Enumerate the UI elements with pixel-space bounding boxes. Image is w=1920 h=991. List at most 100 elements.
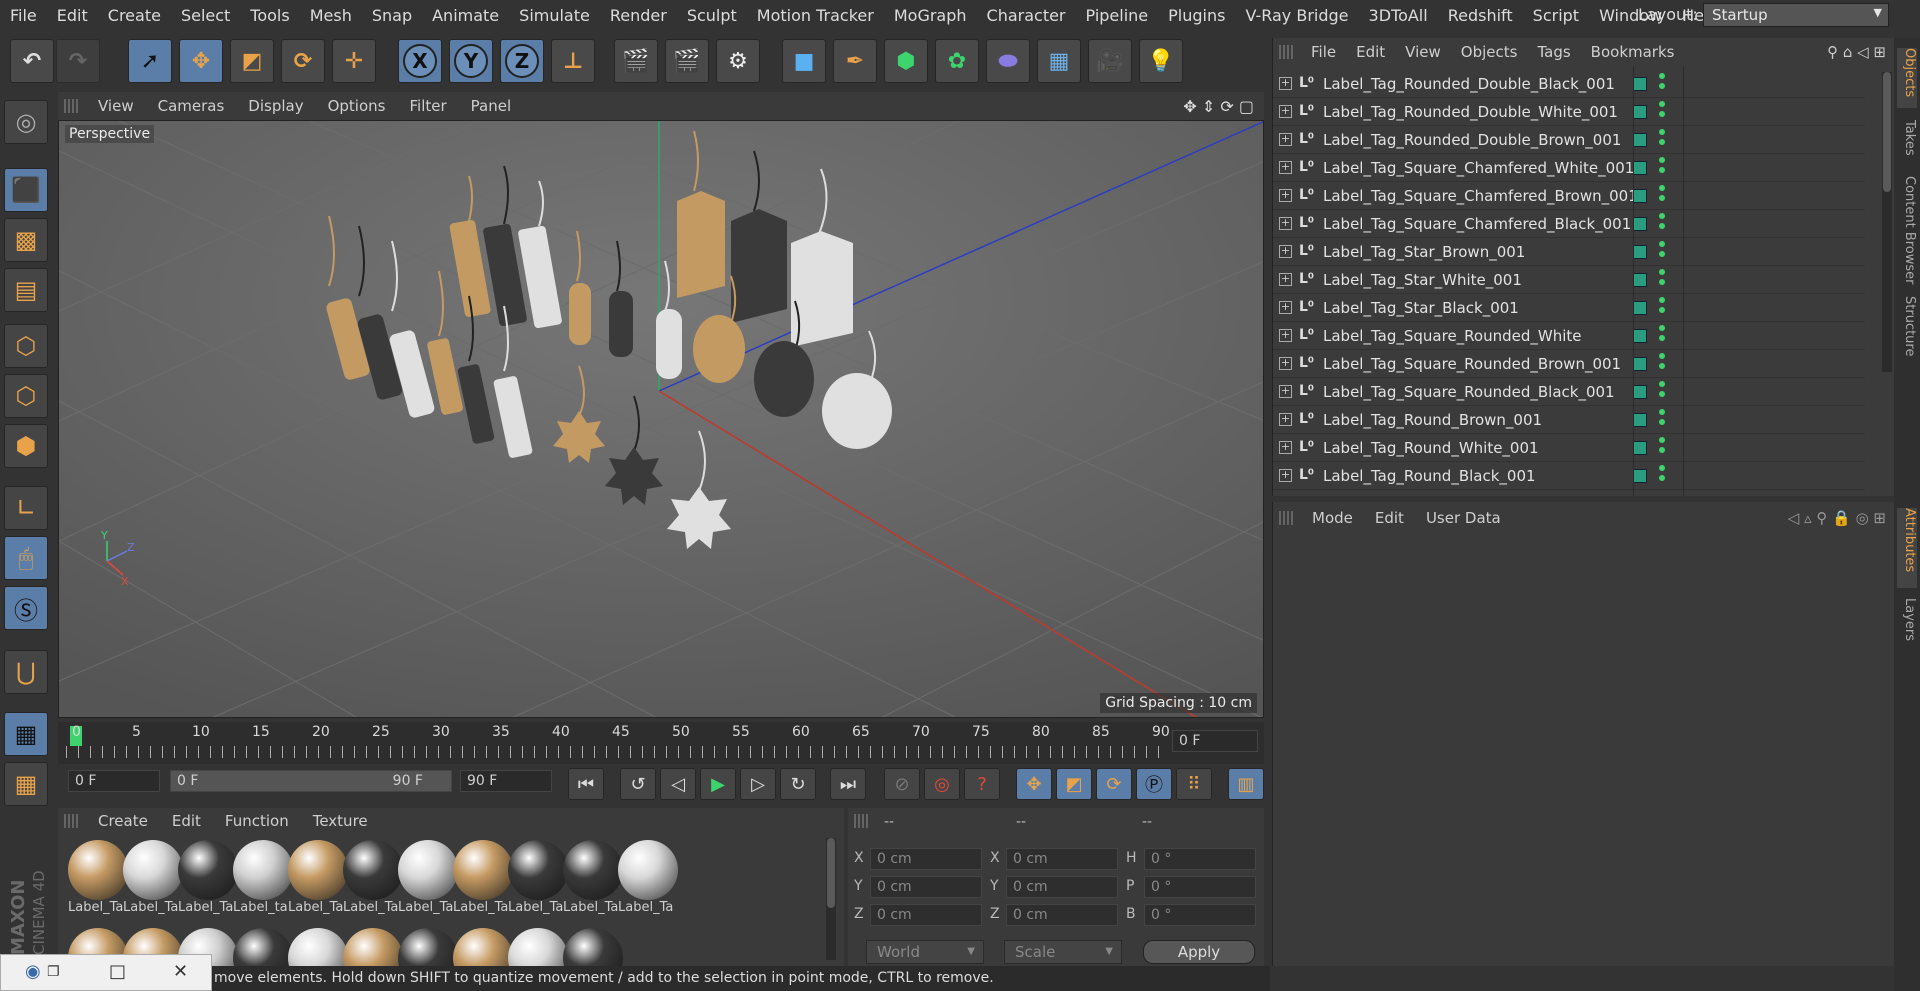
- attribute-menu-edit[interactable]: Edit: [1364, 509, 1415, 527]
- object-search-icon[interactable]: ⚲ ⌂ ◁ ⊞: [1827, 43, 1886, 61]
- tab-attributes[interactable]: Attributes: [1897, 508, 1917, 588]
- layer-color-tag[interactable]: [1633, 441, 1647, 455]
- layer-color-tag[interactable]: [1633, 413, 1647, 427]
- object-row[interactable]: + L⁰ Label_Tag_Square_Rounded_White: [1273, 322, 1865, 350]
- maximize-icon[interactable]: □: [109, 961, 126, 982]
- menu-redshift[interactable]: Redshift: [1438, 6, 1523, 25]
- expand-icon[interactable]: +: [1279, 133, 1292, 146]
- redo-button[interactable]: ↷: [56, 39, 100, 83]
- expand-icon[interactable]: +: [1279, 273, 1292, 286]
- prev-frame-button[interactable]: ◁: [660, 768, 696, 800]
- visibility-dots[interactable]: [1659, 101, 1665, 121]
- object-menu-file[interactable]: File: [1301, 43, 1346, 61]
- object-row[interactable]: + L⁰ Label_Tag_Rounded_Double_White_001: [1273, 98, 1865, 126]
- expand-icon[interactable]: +: [1279, 469, 1292, 482]
- visibility-dots[interactable]: [1659, 185, 1665, 205]
- layer-color-tag[interactable]: [1633, 161, 1647, 175]
- layer-color-tag[interactable]: [1633, 105, 1647, 119]
- object-name[interactable]: Label_Tag_Square_Rounded_White: [1323, 327, 1582, 345]
- pos-y-field[interactable]: 0 cm: [870, 876, 982, 898]
- menu-snap[interactable]: Snap: [362, 6, 422, 25]
- object-menu-view[interactable]: View: [1395, 43, 1451, 61]
- coordinate-system-button[interactable]: ⊥: [551, 39, 595, 83]
- object-row[interactable]: + L⁰ Label_Tag_Rounded_Double_Black_001: [1273, 70, 1865, 98]
- object-row[interactable]: + L⁰ Label_Tag_Square_Chamfered_White_001: [1273, 154, 1865, 182]
- x-axis-button[interactable]: X: [398, 39, 442, 83]
- render-picture-viewer-button[interactable]: 🎬: [665, 39, 709, 83]
- expand-icon[interactable]: +: [1279, 189, 1292, 202]
- material-scroll-thumb[interactable]: [827, 838, 835, 908]
- cube-button[interactable]: ■: [782, 39, 826, 83]
- material-menu-edit[interactable]: Edit: [160, 812, 213, 830]
- menu-mesh[interactable]: Mesh: [300, 6, 362, 25]
- menu-motion-tracker[interactable]: Motion Tracker: [747, 6, 884, 25]
- visibility-dots[interactable]: [1659, 213, 1665, 233]
- apply-button[interactable]: Apply: [1143, 940, 1255, 964]
- layer-color-tag[interactable]: [1633, 469, 1647, 483]
- object-scrollbar[interactable]: [1882, 72, 1892, 372]
- key-pla-button[interactable]: ⠿: [1176, 768, 1212, 800]
- expand-icon[interactable]: +: [1279, 413, 1292, 426]
- minimized-window-tab[interactable]: ◉ ❐ □ ✕: [0, 954, 212, 991]
- undo-button[interactable]: ↶: [10, 39, 54, 83]
- expand-icon[interactable]: +: [1279, 385, 1292, 398]
- menu-3dtoall[interactable]: 3DToAll: [1359, 6, 1438, 25]
- start-frame-field[interactable]: 0 F: [68, 770, 160, 792]
- current-frame-field[interactable]: 0 F: [1172, 730, 1258, 752]
- floor-button[interactable]: ▦: [1037, 39, 1081, 83]
- visibility-dots[interactable]: [1659, 437, 1665, 457]
- object-row[interactable]: + L⁰ Label_Tag_Star_White_001: [1273, 266, 1865, 294]
- deformer-button[interactable]: ⬬: [986, 39, 1030, 83]
- rot-h-field[interactable]: 0 °: [1144, 848, 1256, 870]
- visibility-dots[interactable]: [1659, 157, 1665, 177]
- cloner-button[interactable]: ✿: [935, 39, 979, 83]
- object-row[interactable]: + L⁰ Label_Tag_Round_Black_001: [1273, 462, 1865, 490]
- menu-create[interactable]: Create: [98, 6, 171, 25]
- key-position-button[interactable]: ✥: [1016, 768, 1052, 800]
- tab-objects[interactable]: Objects: [1897, 48, 1917, 108]
- light-button[interactable]: 💡: [1139, 39, 1183, 83]
- size-y-field[interactable]: 0 cm: [1006, 876, 1118, 898]
- menu-simulate[interactable]: Simulate: [509, 6, 600, 25]
- menu-pipeline[interactable]: Pipeline: [1076, 6, 1159, 25]
- expand-icon[interactable]: +: [1279, 217, 1292, 230]
- rot-b-field[interactable]: 0 °: [1144, 904, 1256, 926]
- close-icon[interactable]: ✕: [173, 961, 188, 982]
- object-row[interactable]: + L⁰ Label_Tag_Star_Brown_001: [1273, 238, 1865, 266]
- visibility-dots[interactable]: [1659, 353, 1665, 373]
- menu-animate[interactable]: Animate: [422, 6, 509, 25]
- visibility-dots[interactable]: [1659, 297, 1665, 317]
- attribute-menu-user-data[interactable]: User Data: [1415, 509, 1512, 527]
- key-rotation-button[interactable]: ⟳: [1096, 768, 1132, 800]
- menu-script[interactable]: Script: [1523, 6, 1589, 25]
- layer-color-tag[interactable]: [1633, 133, 1647, 147]
- layer-color-tag[interactable]: [1633, 77, 1647, 91]
- size-z-field[interactable]: 0 cm: [1006, 904, 1118, 926]
- snap-button[interactable]: ⋃: [4, 650, 48, 694]
- rot-p-field[interactable]: 0 °: [1144, 876, 1256, 898]
- material-swatch[interactable]: [561, 928, 625, 968]
- visibility-dots[interactable]: [1659, 325, 1665, 345]
- object-name[interactable]: Label_Tag_Square_Chamfered_Brown_001: [1323, 187, 1638, 205]
- key-scale-button[interactable]: ◩: [1056, 768, 1092, 800]
- autokey-button[interactable]: ◎: [924, 768, 960, 800]
- menu-plugins[interactable]: Plugins: [1158, 6, 1235, 25]
- model-mode-button[interactable]: ⬛: [4, 168, 48, 212]
- material-menu-function[interactable]: Function: [213, 812, 301, 830]
- object-menu-edit[interactable]: Edit: [1346, 43, 1395, 61]
- material-scrollbar[interactable]: [826, 838, 836, 960]
- object-row[interactable]: + L⁰ Label_Tag_Square_Rounded_Black_001: [1273, 378, 1865, 406]
- menu-render[interactable]: Render: [600, 6, 677, 25]
- record-keys-button[interactable]: ⊘: [884, 768, 920, 800]
- coordinate-space-dropdown[interactable]: World ▼: [866, 940, 984, 964]
- axis-mode-button[interactable]: ∟: [4, 486, 48, 530]
- object-row[interactable]: + L⁰ Label_Tag_Star_Black_001: [1273, 294, 1865, 322]
- expand-icon[interactable]: +: [1279, 105, 1292, 118]
- points-mode-button[interactable]: ⬡: [4, 324, 48, 368]
- key-param-button[interactable]: Ⓟ: [1136, 768, 1172, 800]
- render-view-button[interactable]: 🎬: [614, 39, 658, 83]
- viewport-menu-display[interactable]: Display: [236, 97, 315, 115]
- size-x-field[interactable]: 0 cm: [1006, 848, 1118, 870]
- edges-mode-button[interactable]: ⬡: [4, 374, 48, 418]
- timeline-ruler[interactable]: 0 5 10 15 20 25 30 35 40 45 50 55 60 65 70 75 80 85 90 0 F: [58, 722, 1264, 764]
